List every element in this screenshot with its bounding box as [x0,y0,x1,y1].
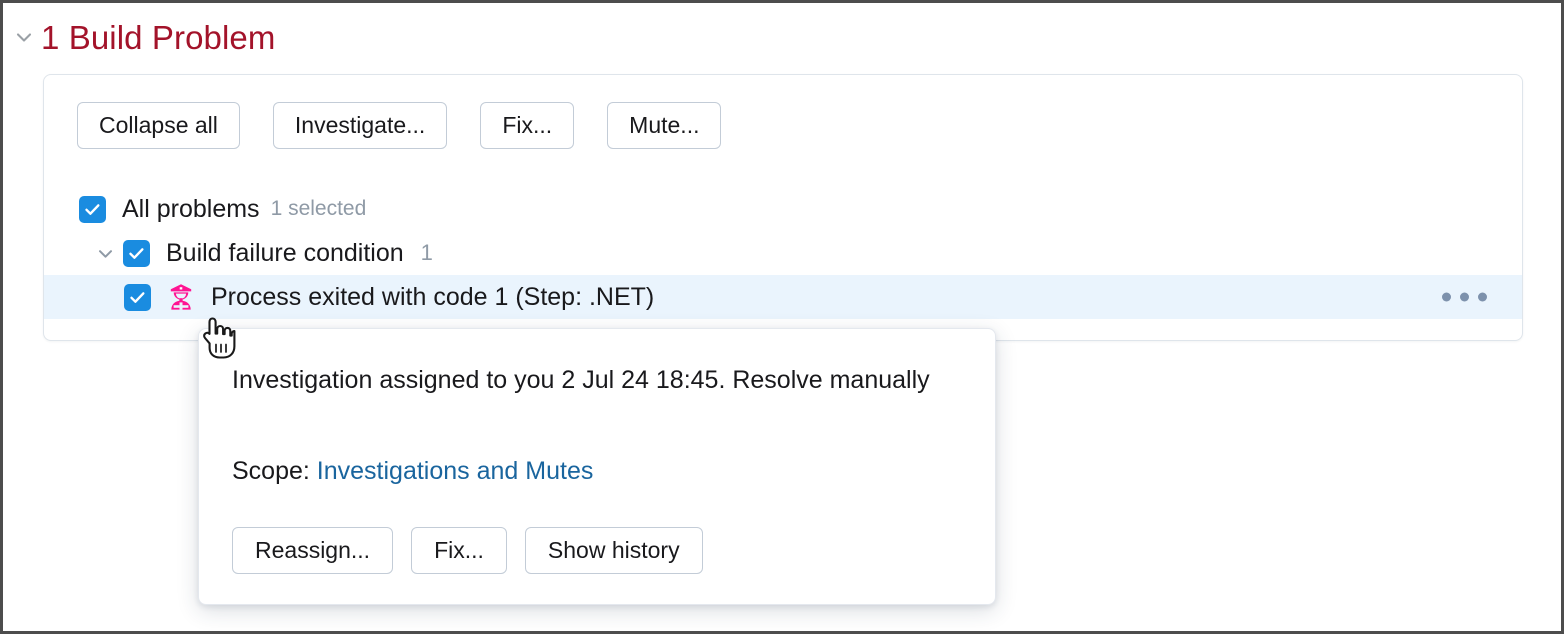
build-problems-screen: 1 Build Problem Collapse all Investigate… [0,0,1564,634]
tree-row-problem[interactable]: Process exited with code 1 (Step: .NET) [44,275,1522,319]
all-problems-selected-count: 1 selected [271,197,367,221]
tree-row-build-failure-condition[interactable]: Build failure condition 1 [44,231,1522,275]
investigation-popup-actions: Reassign... Fix... Show history [232,527,703,574]
popup-fix-button[interactable]: Fix... [411,527,507,574]
page-title: 1 Build Problem [41,21,275,54]
scope-link[interactable]: Investigations and Mutes [317,457,594,485]
all-problems-checkbox[interactable] [79,196,106,223]
fix-button[interactable]: Fix... [480,102,574,149]
reassign-button[interactable]: Reassign... [232,527,393,574]
mute-button[interactable]: Mute... [607,102,721,149]
page-header: 1 Build Problem [3,11,275,63]
scope-label: Scope: [232,457,310,485]
problems-panel: Collapse all Investigate... Fix... Mute.… [43,74,1523,341]
investigation-scope: Scope: Investigations and Mutes [232,457,593,486]
problem-checkbox[interactable] [124,284,151,311]
problems-toolbar: Collapse all Investigate... Fix... Mute.… [77,102,721,149]
show-history-button[interactable]: Show history [525,527,703,574]
investigation-popup: Investigation assigned to you 2 Jul 24 1… [198,328,996,605]
ellipsis-dot [1442,293,1451,302]
investigate-button[interactable]: Investigate... [273,102,447,149]
chevron-down-icon[interactable] [7,26,41,48]
all-problems-label: All problems [122,195,260,224]
problems-tree: All problems 1 selected Build failure co… [44,187,1522,319]
ellipsis-dot [1460,293,1469,302]
problem-label: Process exited with code 1 (Step: .NET) [211,283,654,312]
investigator-icon[interactable] [167,283,195,311]
ellipsis-dot [1478,293,1487,302]
ellipsis-icon[interactable] [1442,293,1487,302]
chevron-down-icon[interactable] [87,243,123,264]
build-failure-condition-label: Build failure condition [166,239,404,268]
build-failure-condition-checkbox[interactable] [123,240,150,267]
tree-row-all-problems[interactable]: All problems 1 selected [44,187,1522,231]
collapse-all-button[interactable]: Collapse all [77,102,240,149]
build-failure-condition-count: 1 [421,240,433,266]
investigation-message: Investigation assigned to you 2 Jul 24 1… [232,360,932,400]
